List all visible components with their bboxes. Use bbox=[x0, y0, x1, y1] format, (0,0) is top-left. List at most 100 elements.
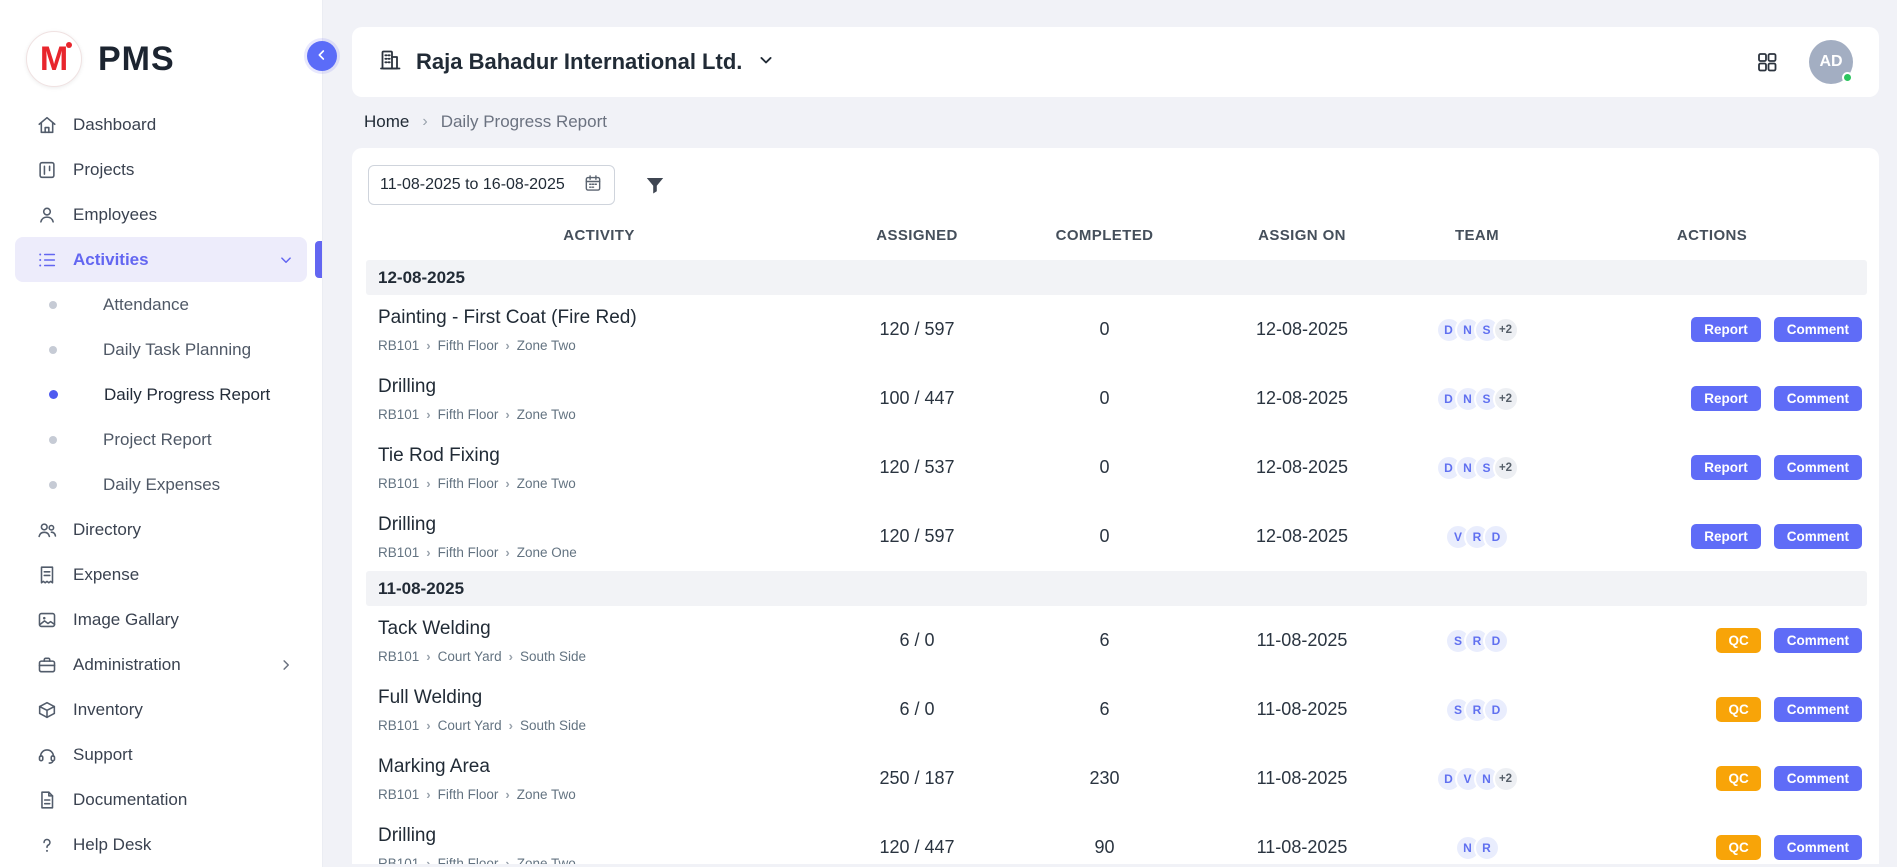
path-segment: Court Yard bbox=[438, 649, 502, 664]
chevron-right-icon: › bbox=[505, 476, 509, 491]
report-button[interactable]: Report bbox=[1691, 386, 1761, 411]
activity-cell: Marking AreaRB101›Fifth Floor›Zone Two bbox=[366, 756, 832, 802]
team-cell: VRD bbox=[1397, 524, 1557, 550]
activity-path: RB101›Fifth Floor›Zone Two bbox=[378, 476, 832, 491]
sidebar-item-administration[interactable]: Administration bbox=[15, 642, 307, 687]
main-area: Raja Bahadur International Ltd. AD Home … bbox=[323, 27, 1897, 867]
team-avatar: D bbox=[1483, 697, 1509, 723]
sidebar-subitem-project-report[interactable]: Project Report bbox=[15, 417, 307, 462]
sidebar-subitem-label: Daily Task Planning bbox=[103, 340, 251, 360]
date-group-header: 11-08-2025 bbox=[366, 571, 1867, 606]
avatar-initials: AD bbox=[1819, 53, 1842, 71]
comment-button[interactable]: Comment bbox=[1774, 317, 1862, 342]
sidebar-item-documentation[interactable]: Documentation bbox=[15, 777, 307, 822]
calendar-icon bbox=[583, 173, 603, 198]
sidebar-subitem-daily-progress-report[interactable]: Daily Progress Report bbox=[15, 372, 307, 417]
chevron-down-icon bbox=[277, 251, 295, 269]
activity-cell: Tack WeldingRB101›Court Yard›South Side bbox=[366, 618, 832, 664]
actions-cell: Report Comment bbox=[1557, 386, 1867, 411]
completed-value: 0 bbox=[1002, 526, 1207, 547]
content-card: 11-08-2025 to 16-08-2025 ACTIVITY ASSIGN… bbox=[352, 148, 1879, 864]
sidebar-item-support[interactable]: Support bbox=[15, 732, 307, 777]
activity-cell: Full WeldingRB101›Court Yard›South Side bbox=[366, 687, 832, 733]
company-selector[interactable]: Raja Bahadur International Ltd. bbox=[378, 48, 776, 77]
sidebar-submenu: Attendance Daily Task Planning Daily Progr… bbox=[15, 282, 307, 507]
sidebar-item-employees[interactable]: Employees bbox=[15, 192, 307, 237]
chevron-right-icon: › bbox=[426, 545, 430, 560]
directory-icon bbox=[35, 518, 59, 542]
sidebar-item-image-gallary[interactable]: Image Gallary bbox=[15, 597, 307, 642]
comment-button[interactable]: Comment bbox=[1774, 697, 1862, 722]
sidebar-subitem-daily-expenses[interactable]: Daily Expenses bbox=[15, 462, 307, 507]
sidebar-item-label: Expense bbox=[73, 565, 139, 585]
bullet-icon bbox=[49, 301, 57, 309]
user-avatar[interactable]: AD bbox=[1809, 40, 1853, 84]
path-segment: Fifth Floor bbox=[438, 856, 499, 865]
table-row: Painting - First Coat (Fire Red)RB101›Fi… bbox=[366, 295, 1867, 364]
report-button[interactable]: Report bbox=[1691, 317, 1761, 342]
col-team: TEAM bbox=[1397, 227, 1557, 244]
path-segment: RB101 bbox=[378, 787, 419, 802]
path-segment: Zone One bbox=[517, 545, 577, 560]
qc-button[interactable]: QC bbox=[1716, 766, 1760, 791]
breadcrumb-current: Daily Progress Report bbox=[441, 112, 607, 132]
activity-title: Tack Welding bbox=[378, 618, 832, 640]
table-row: Tack WeldingRB101›Court Yard›South Side6… bbox=[366, 606, 1867, 675]
comment-button[interactable]: Comment bbox=[1774, 628, 1862, 653]
breadcrumb-home[interactable]: Home bbox=[364, 112, 409, 132]
path-segment: Zone Two bbox=[517, 407, 576, 422]
assigned-value: 120 / 597 bbox=[832, 526, 1002, 547]
actions-cell: QC Comment bbox=[1557, 697, 1867, 722]
sidebar-item-dashboard[interactable]: Dashboard bbox=[15, 102, 307, 147]
sidebar-item-activities[interactable]: Activities bbox=[15, 237, 307, 282]
chevron-right-icon: › bbox=[505, 856, 509, 865]
comment-button[interactable]: Comment bbox=[1774, 766, 1862, 791]
chevron-right-icon: › bbox=[426, 856, 430, 865]
sidebar-item-label: Directory bbox=[73, 520, 141, 540]
sidebar-item-inventory[interactable]: Inventory bbox=[15, 687, 307, 732]
activity-title: Drilling bbox=[378, 376, 832, 398]
chevron-right-icon bbox=[277, 656, 295, 674]
comment-button[interactable]: Comment bbox=[1774, 524, 1862, 549]
col-actions: ACTIONS bbox=[1557, 227, 1867, 244]
chevron-right-icon: › bbox=[505, 545, 509, 560]
activity-path: RB101›Court Yard›South Side bbox=[378, 718, 832, 733]
activity-cell: DrillingRB101›Fifth Floor›Zone Two bbox=[366, 376, 832, 422]
report-button[interactable]: Report bbox=[1691, 524, 1761, 549]
assigned-value: 6 / 0 bbox=[832, 630, 1002, 651]
activity-title: Marking Area bbox=[378, 756, 832, 778]
date-range-input[interactable]: 11-08-2025 to 16-08-2025 bbox=[368, 165, 615, 205]
sidebar-subitem-daily-task-planning[interactable]: Daily Task Planning bbox=[15, 327, 307, 372]
path-segment: RB101 bbox=[378, 718, 419, 733]
path-segment: South Side bbox=[520, 718, 586, 733]
path-segment: RB101 bbox=[378, 407, 419, 422]
sidebar-item-expense[interactable]: Expense bbox=[15, 552, 307, 597]
comment-button[interactable]: Comment bbox=[1774, 835, 1862, 860]
qc-button[interactable]: QC bbox=[1716, 697, 1760, 722]
qc-button[interactable]: QC bbox=[1716, 835, 1760, 860]
comment-button[interactable]: Comment bbox=[1774, 386, 1862, 411]
app-name: PMS bbox=[98, 40, 175, 79]
sidebar-item-projects[interactable]: Projects bbox=[15, 147, 307, 192]
comment-button[interactable]: Comment bbox=[1774, 455, 1862, 480]
activity-title: Drilling bbox=[378, 514, 832, 536]
assign-on-value: 12-08-2025 bbox=[1207, 319, 1397, 340]
chevron-right-icon: › bbox=[509, 718, 513, 733]
apps-grid-icon[interactable] bbox=[1755, 50, 1779, 74]
filter-icon[interactable] bbox=[643, 173, 667, 197]
assign-on-value: 12-08-2025 bbox=[1207, 457, 1397, 478]
sidebar-item-label: Inventory bbox=[73, 700, 143, 720]
col-completed: COMPLETED bbox=[1002, 227, 1207, 244]
actions-cell: QC Comment bbox=[1557, 766, 1867, 791]
sidebar-collapse-button[interactable] bbox=[307, 41, 337, 71]
table-row: Marking AreaRB101›Fifth Floor›Zone Two25… bbox=[366, 744, 1867, 813]
sidebar-subitem-attendance[interactable]: Attendance bbox=[15, 282, 307, 327]
path-segment: Zone Two bbox=[517, 856, 576, 865]
sidebar-item-label: Projects bbox=[73, 160, 134, 180]
qc-button[interactable]: QC bbox=[1716, 628, 1760, 653]
sidebar-item-help-desk[interactable]: Help Desk bbox=[15, 822, 307, 867]
sidebar-item-directory[interactable]: Directory bbox=[15, 507, 307, 552]
path-segment: Fifth Floor bbox=[438, 338, 499, 353]
report-button[interactable]: Report bbox=[1691, 455, 1761, 480]
path-segment: RB101 bbox=[378, 476, 419, 491]
